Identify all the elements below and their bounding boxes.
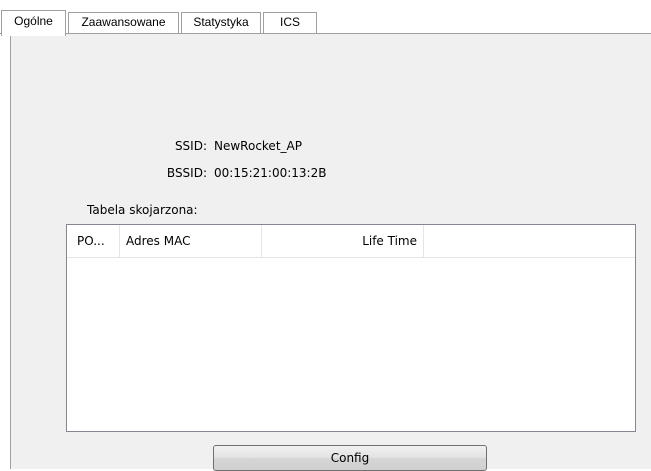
tab-strip: Ogólne Zaawansowane Statystyka ICS (0, 0, 651, 36)
column-header-life-time[interactable]: Life Time (262, 225, 424, 257)
column-header-mac-address[interactable]: Adres MAC (120, 225, 262, 257)
ssid-value: NewRocket_AP (214, 139, 302, 153)
table-body (67, 258, 635, 431)
panel-border (10, 34, 11, 469)
bssid-label: BSSID: (166, 166, 207, 180)
association-table-label: Tabela skojarzona: (87, 203, 198, 217)
ssid-label: SSID: (174, 139, 207, 153)
tab-general[interactable]: Ogólne (1, 10, 66, 36)
association-table[interactable]: PO... Adres MAC Life Time (66, 224, 636, 432)
tab-statistics[interactable]: Statystyka (181, 12, 261, 33)
adapter-utility-window: Ogólne Zaawansowane Statystyka ICS SSID:… (0, 0, 651, 471)
tab-advanced[interactable]: Zaawansowane (68, 12, 179, 33)
table-header: PO... Adres MAC Life Time (67, 225, 635, 258)
column-header-port[interactable]: PO... (67, 225, 120, 257)
bssid-value: 00:15:21:00:13:2B (214, 166, 327, 180)
tab-strip-border (0, 33, 651, 34)
tab-ics[interactable]: ICS (263, 12, 317, 33)
config-button[interactable]: Config (213, 445, 487, 471)
